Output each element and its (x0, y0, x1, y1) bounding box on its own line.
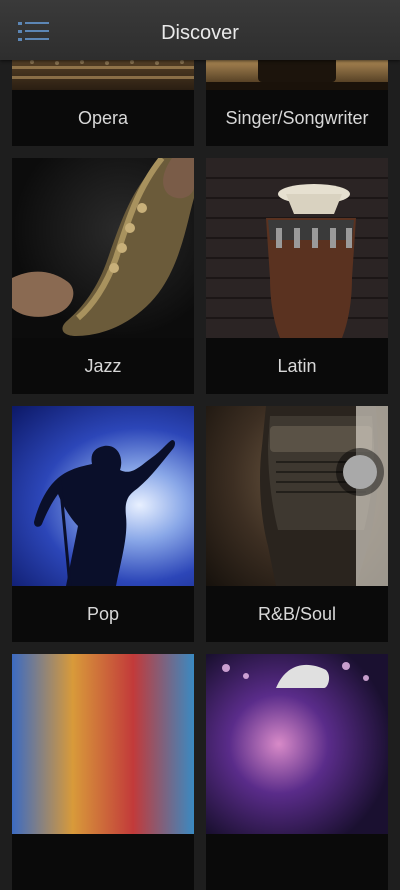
genre-label-pop: Pop (86, 604, 120, 624)
genre-label-opera: Opera (77, 108, 129, 128)
genre-image-pop (12, 406, 194, 586)
genre-image-row4-right (206, 654, 388, 834)
genre-image-row4-left (12, 654, 194, 834)
top-bar: Discover (0, 0, 400, 60)
genre-image-jazz (12, 158, 194, 338)
genre-tile-row4-right[interactable] (206, 654, 388, 890)
genre-tile-rnb-soul[interactable]: R&B/Soul (206, 406, 388, 642)
genre-label-jazz: Jazz (84, 356, 122, 376)
genre-tile-latin[interactable]: Latin (206, 158, 388, 394)
genre-label-singer-songwriter: Singer/Songwriter (225, 108, 369, 128)
genre-image-rnb-soul (206, 406, 388, 586)
genre-image-latin (206, 158, 388, 338)
page-title: Discover (161, 22, 239, 44)
genre-label-latin: Latin (277, 356, 317, 376)
genre-tile-jazz[interactable]: Jazz (12, 158, 194, 394)
genre-tile-row4-left[interactable] (12, 654, 194, 890)
genre-tile-pop[interactable]: Pop (12, 406, 194, 642)
genre-label-rnb-soul: R&B/Soul (257, 604, 337, 624)
